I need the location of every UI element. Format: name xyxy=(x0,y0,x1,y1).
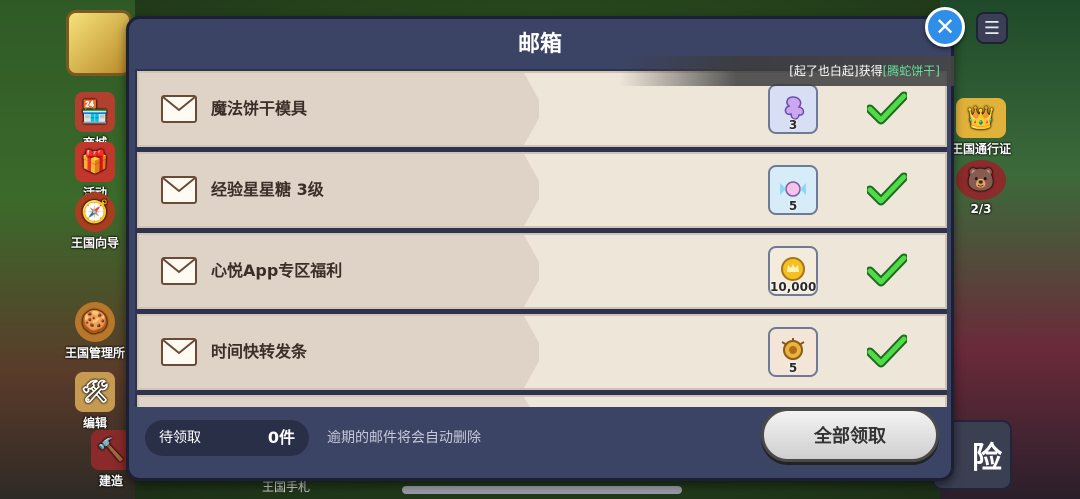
gold-coin-icon[interactable]: 10,000 xyxy=(768,246,818,296)
notice-user: [起了也白起] xyxy=(789,64,859,78)
mail-title-banner xyxy=(139,154,539,226)
bear-icon: 🐻 xyxy=(956,160,1006,200)
cookie-manager-icon: 🍪 xyxy=(75,302,115,342)
mail-item[interactable]: 经验星星糖 3级 5 xyxy=(137,152,947,228)
notice-verb: 获得 xyxy=(858,64,883,78)
pending-counter: 待领取 0件 xyxy=(145,420,309,456)
envelope-icon xyxy=(161,95,197,123)
menu-icon[interactable]: ☰ xyxy=(976,12,1008,44)
reward-count: 5 xyxy=(788,199,798,213)
build-label: 建造 xyxy=(98,474,123,488)
check-icon xyxy=(867,334,907,368)
envelope-icon xyxy=(161,176,197,204)
reward-count: 5 xyxy=(788,361,798,375)
bear-event-progress: 2/3 xyxy=(970,202,992,216)
mail-list[interactable]: 魔法饼干模具 3 经验星星糖 3级 5 心悦App专区福利 10,000 时间快… xyxy=(135,69,947,407)
build-icon: 🔨 xyxy=(91,430,131,470)
kingdom-manager-button[interactable]: 🍪 王国管理所 xyxy=(58,302,132,361)
bear-event-button[interactable]: 🐻 2/3 xyxy=(950,160,1012,216)
shop-icon: 🏪 xyxy=(75,92,115,132)
envelope-icon xyxy=(161,257,197,285)
close-icon: ✕ xyxy=(934,13,956,41)
claim-all-button[interactable]: 全部领取 xyxy=(761,408,939,462)
kingdom-manager-label: 王国管理所 xyxy=(64,346,125,360)
mail-title-banner xyxy=(139,73,539,145)
pending-count: 0件 xyxy=(267,428,295,447)
check-icon xyxy=(867,172,907,206)
pending-label: 待领取 xyxy=(159,430,201,446)
claim-all-label: 全部领取 xyxy=(814,426,886,447)
mail-item[interactable]: 时间快转发条 5 xyxy=(137,314,947,390)
reward-notice: [起了也白起]获得[腾蛇饼干] xyxy=(620,56,954,86)
edit-label: 编辑 xyxy=(82,416,107,430)
kingdom-pass-label: 王国通行证 xyxy=(950,142,1011,156)
kingdom-guide-button[interactable]: 🧭 王国向导 xyxy=(62,192,128,251)
edit-icon: 🛠 xyxy=(75,372,115,412)
close-button[interactable]: ✕ xyxy=(925,7,965,47)
mail-title: 时间快转发条 xyxy=(211,342,308,361)
time-jumper-icon[interactable]: 5 xyxy=(768,327,818,377)
kingdom-pass-button[interactable]: 👑 王国通行证 xyxy=(950,98,1012,157)
gift-icon: 🎁 xyxy=(75,142,115,182)
expire-note: 逾期的邮件将会自动删除 xyxy=(327,430,481,446)
magic-cookie-mold-icon[interactable]: 3 xyxy=(768,84,818,134)
notice-item: [腾蛇饼干] xyxy=(882,64,940,78)
player-avatar[interactable] xyxy=(66,10,132,76)
mail-title: 经验星星糖 3级 xyxy=(211,180,324,199)
home-indicator xyxy=(402,486,682,494)
check-icon xyxy=(867,91,907,125)
crown-icon: 👑 xyxy=(956,98,1006,138)
kingdom-guide-label: 王国向导 xyxy=(70,236,119,250)
compass-icon: 🧭 xyxy=(75,192,115,232)
mail-title: 魔法饼干模具 xyxy=(211,99,308,118)
mail-title: 心悦App专区福利 xyxy=(211,261,343,280)
mail-title-banner xyxy=(139,316,539,388)
envelope-icon xyxy=(161,338,197,366)
check-icon xyxy=(867,253,907,287)
star-candy-icon[interactable]: 5 xyxy=(768,165,818,215)
reward-count: 3 xyxy=(788,118,798,132)
mail-item[interactable]: 心悦App专区福利 10,000 xyxy=(137,233,947,309)
adventure-label: 险 xyxy=(972,441,1002,476)
mailbox-footer: 待领取 0件 逾期的邮件将会自动删除 全部领取 xyxy=(129,406,951,478)
edit-button[interactable]: 🛠 编辑 xyxy=(62,372,128,431)
reward-count: 10,000 xyxy=(770,280,817,294)
